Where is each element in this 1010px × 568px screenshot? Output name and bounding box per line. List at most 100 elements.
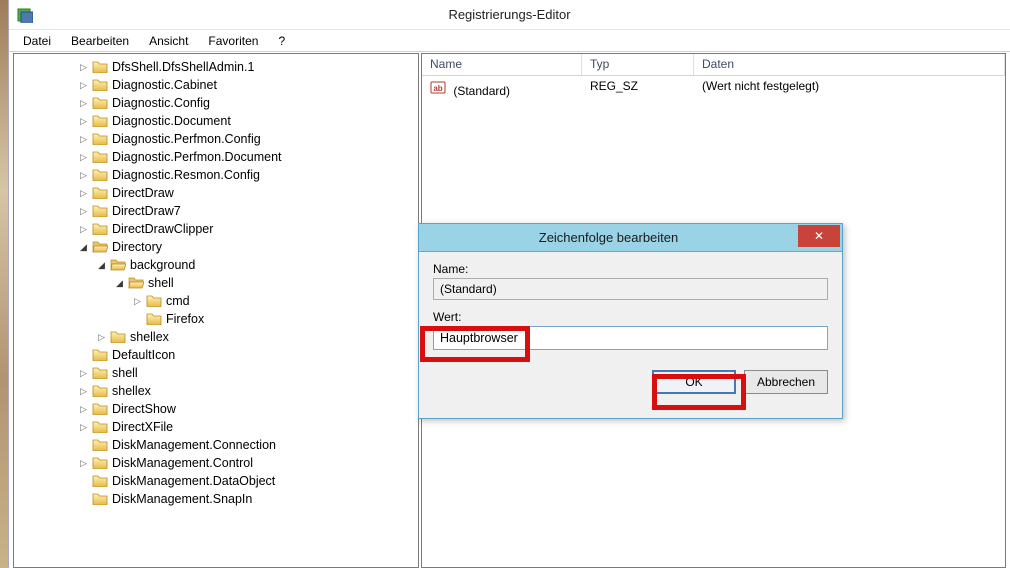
folder-icon xyxy=(92,383,108,400)
desktop-edge xyxy=(0,0,8,568)
tree-item-label: cmd xyxy=(166,294,190,308)
tree-item[interactable]: ▷DirectDraw7 xyxy=(20,202,418,220)
tree-item-label: DirectXFile xyxy=(112,420,173,434)
folder-icon xyxy=(92,347,108,364)
tree-item[interactable]: ▷ cmd xyxy=(20,292,418,310)
expand-icon[interactable]: ▷ xyxy=(78,422,89,433)
tree-item-label: DiskManagement.Control xyxy=(112,456,253,470)
reg-string-icon xyxy=(430,84,446,98)
tree-item-label: Diagnostic.Perfmon.Document xyxy=(112,150,282,164)
tree-item[interactable]: ▷ Diagnostic.Perfmon.Document xyxy=(20,148,418,166)
tree-item-label: shellex xyxy=(130,330,169,344)
list-header: Name Typ Daten xyxy=(422,54,1005,76)
expand-icon[interactable]: ▷ xyxy=(78,134,89,145)
folder-icon xyxy=(92,401,108,418)
expand-icon[interactable]: ▷ xyxy=(78,80,89,91)
folder-icon xyxy=(92,437,108,454)
expand-icon[interactable]: ▷ xyxy=(78,152,89,163)
menu-help[interactable]: ? xyxy=(268,32,295,50)
expand-icon[interactable]: ▷ xyxy=(78,224,89,235)
expand-icon[interactable]: ▷ xyxy=(96,332,107,343)
tree-panel[interactable]: ▷ DfsShell.DfsShellAdmin.1 ▷ Diagnostic.Cab… xyxy=(13,53,419,568)
col-data[interactable]: Daten xyxy=(694,54,1005,75)
menu-favorites[interactable]: Favoriten xyxy=(198,32,268,50)
folder-icon xyxy=(92,221,108,238)
expand-icon[interactable]: ▷ xyxy=(78,62,89,73)
col-type[interactable]: Typ xyxy=(582,54,694,75)
folder-icon xyxy=(92,365,108,382)
collapse-icon[interactable]: ◢ xyxy=(78,242,89,253)
row-type: REG_SZ xyxy=(582,79,694,98)
folder-icon xyxy=(92,185,108,202)
ok-button[interactable]: OK xyxy=(652,370,736,394)
expand-icon[interactable]: ▷ xyxy=(78,98,89,109)
menu-view[interactable]: Ansicht xyxy=(139,32,198,50)
expand-icon[interactable]: ▷ xyxy=(78,368,89,379)
tree-item[interactable]: ▷ DiskManagement.Control xyxy=(20,454,418,472)
tree-item[interactable]: ▷ DirectXFile xyxy=(20,418,418,436)
expand-icon[interactable]: ▷ xyxy=(78,404,89,415)
folder-icon xyxy=(128,275,144,292)
tree-item[interactable]: ▷ shellex xyxy=(20,328,418,346)
expand-icon[interactable]: ▷ xyxy=(132,296,143,307)
collapse-icon[interactable]: ◢ xyxy=(96,260,107,271)
folder-icon xyxy=(110,329,126,346)
tree-item-label: DiskManagement.Connection xyxy=(112,438,276,452)
expand-icon[interactable]: ▷ xyxy=(78,206,89,217)
expand-icon[interactable]: ▷ xyxy=(78,188,89,199)
cancel-button[interactable]: Abbrechen xyxy=(744,370,828,394)
name-label: Name: xyxy=(433,262,828,276)
collapse-icon[interactable]: ◢ xyxy=(114,278,125,289)
tree-item[interactable]: ◢ Directory xyxy=(20,238,418,256)
tree-item-label: shell xyxy=(112,366,138,380)
tree-item-label: DirectDraw xyxy=(112,186,174,200)
value-input[interactable] xyxy=(433,326,828,350)
tree-item[interactable]: ▷Diagnostic.Resmon.Config xyxy=(20,166,418,184)
menu-edit[interactable]: Bearbeiten xyxy=(61,32,139,50)
tree-item[interactable]: ▷ Diagnostic.Cabinet xyxy=(20,76,418,94)
tree-item[interactable]: ▷ shell xyxy=(20,364,418,382)
tree-item[interactable]: ▷Firefox xyxy=(20,310,418,328)
edit-string-dialog: Zeichenfolge bearbeiten ✕ Name: (Standar… xyxy=(418,223,843,419)
tree-item-label: DirectShow xyxy=(112,402,176,416)
folder-icon xyxy=(92,491,108,508)
tree-item[interactable]: ▷Diagnostic.Document xyxy=(20,112,418,130)
tree-item-label: Diagnostic.Perfmon.Config xyxy=(112,132,261,146)
tree-item[interactable]: ▷ DirectDraw xyxy=(20,184,418,202)
folder-icon xyxy=(92,149,108,166)
row-name: (Standard) xyxy=(453,84,510,98)
value-label: Wert: xyxy=(433,310,828,324)
tree-item[interactable]: ▷DirectDrawClipper xyxy=(20,220,418,238)
tree-item-label: DefaultIcon xyxy=(112,348,175,362)
tree-item-label: DiskManagement.SnapIn xyxy=(112,492,252,506)
expand-icon[interactable]: ▷ xyxy=(78,170,89,181)
folder-icon xyxy=(92,95,108,112)
tree-item[interactable]: ▷ DirectShow xyxy=(20,400,418,418)
tree-item[interactable]: ▷DiskManagement.DataObject xyxy=(20,472,418,490)
folder-icon xyxy=(92,167,108,184)
tree-item[interactable]: ◢background xyxy=(20,256,418,274)
tree-item[interactable]: ▷DiskManagement.SnapIn xyxy=(20,490,418,508)
tree-item[interactable]: ▷ DfsShell.DfsShellAdmin.1 xyxy=(20,58,418,76)
tree-item-label: Diagnostic.Cabinet xyxy=(112,78,217,92)
menu-file[interactable]: Datei xyxy=(13,32,61,50)
tree-item-label: Firefox xyxy=(166,312,204,326)
titlebar[interactable]: Registrierungs-Editor xyxy=(9,0,1010,30)
expand-icon[interactable]: ▷ xyxy=(78,458,89,469)
tree-item[interactable]: ▷DiskManagement.Connection xyxy=(20,436,418,454)
tree-item[interactable]: ▷DefaultIcon xyxy=(20,346,418,364)
close-icon[interactable]: ✕ xyxy=(798,225,840,247)
expand-icon[interactable]: ▷ xyxy=(78,116,89,127)
folder-icon xyxy=(92,59,108,76)
tree-item[interactable]: ▷shellex xyxy=(20,382,418,400)
expand-icon[interactable]: ▷ xyxy=(78,386,89,397)
tree-item[interactable]: ◢shell xyxy=(20,274,418,292)
list-row[interactable]: (Standard) REG_SZ (Wert nicht festgelegt… xyxy=(422,76,1005,101)
tree-item-label: DfsShell.DfsShellAdmin.1 xyxy=(112,60,254,74)
tree-item-label: Directory xyxy=(112,240,162,254)
folder-icon xyxy=(146,293,162,310)
tree-item[interactable]: ▷Diagnostic.Config xyxy=(20,94,418,112)
dialog-titlebar[interactable]: Zeichenfolge bearbeiten ✕ xyxy=(419,224,842,252)
tree-item[interactable]: ▷ Diagnostic.Perfmon.Config xyxy=(20,130,418,148)
col-name[interactable]: Name xyxy=(422,54,582,75)
